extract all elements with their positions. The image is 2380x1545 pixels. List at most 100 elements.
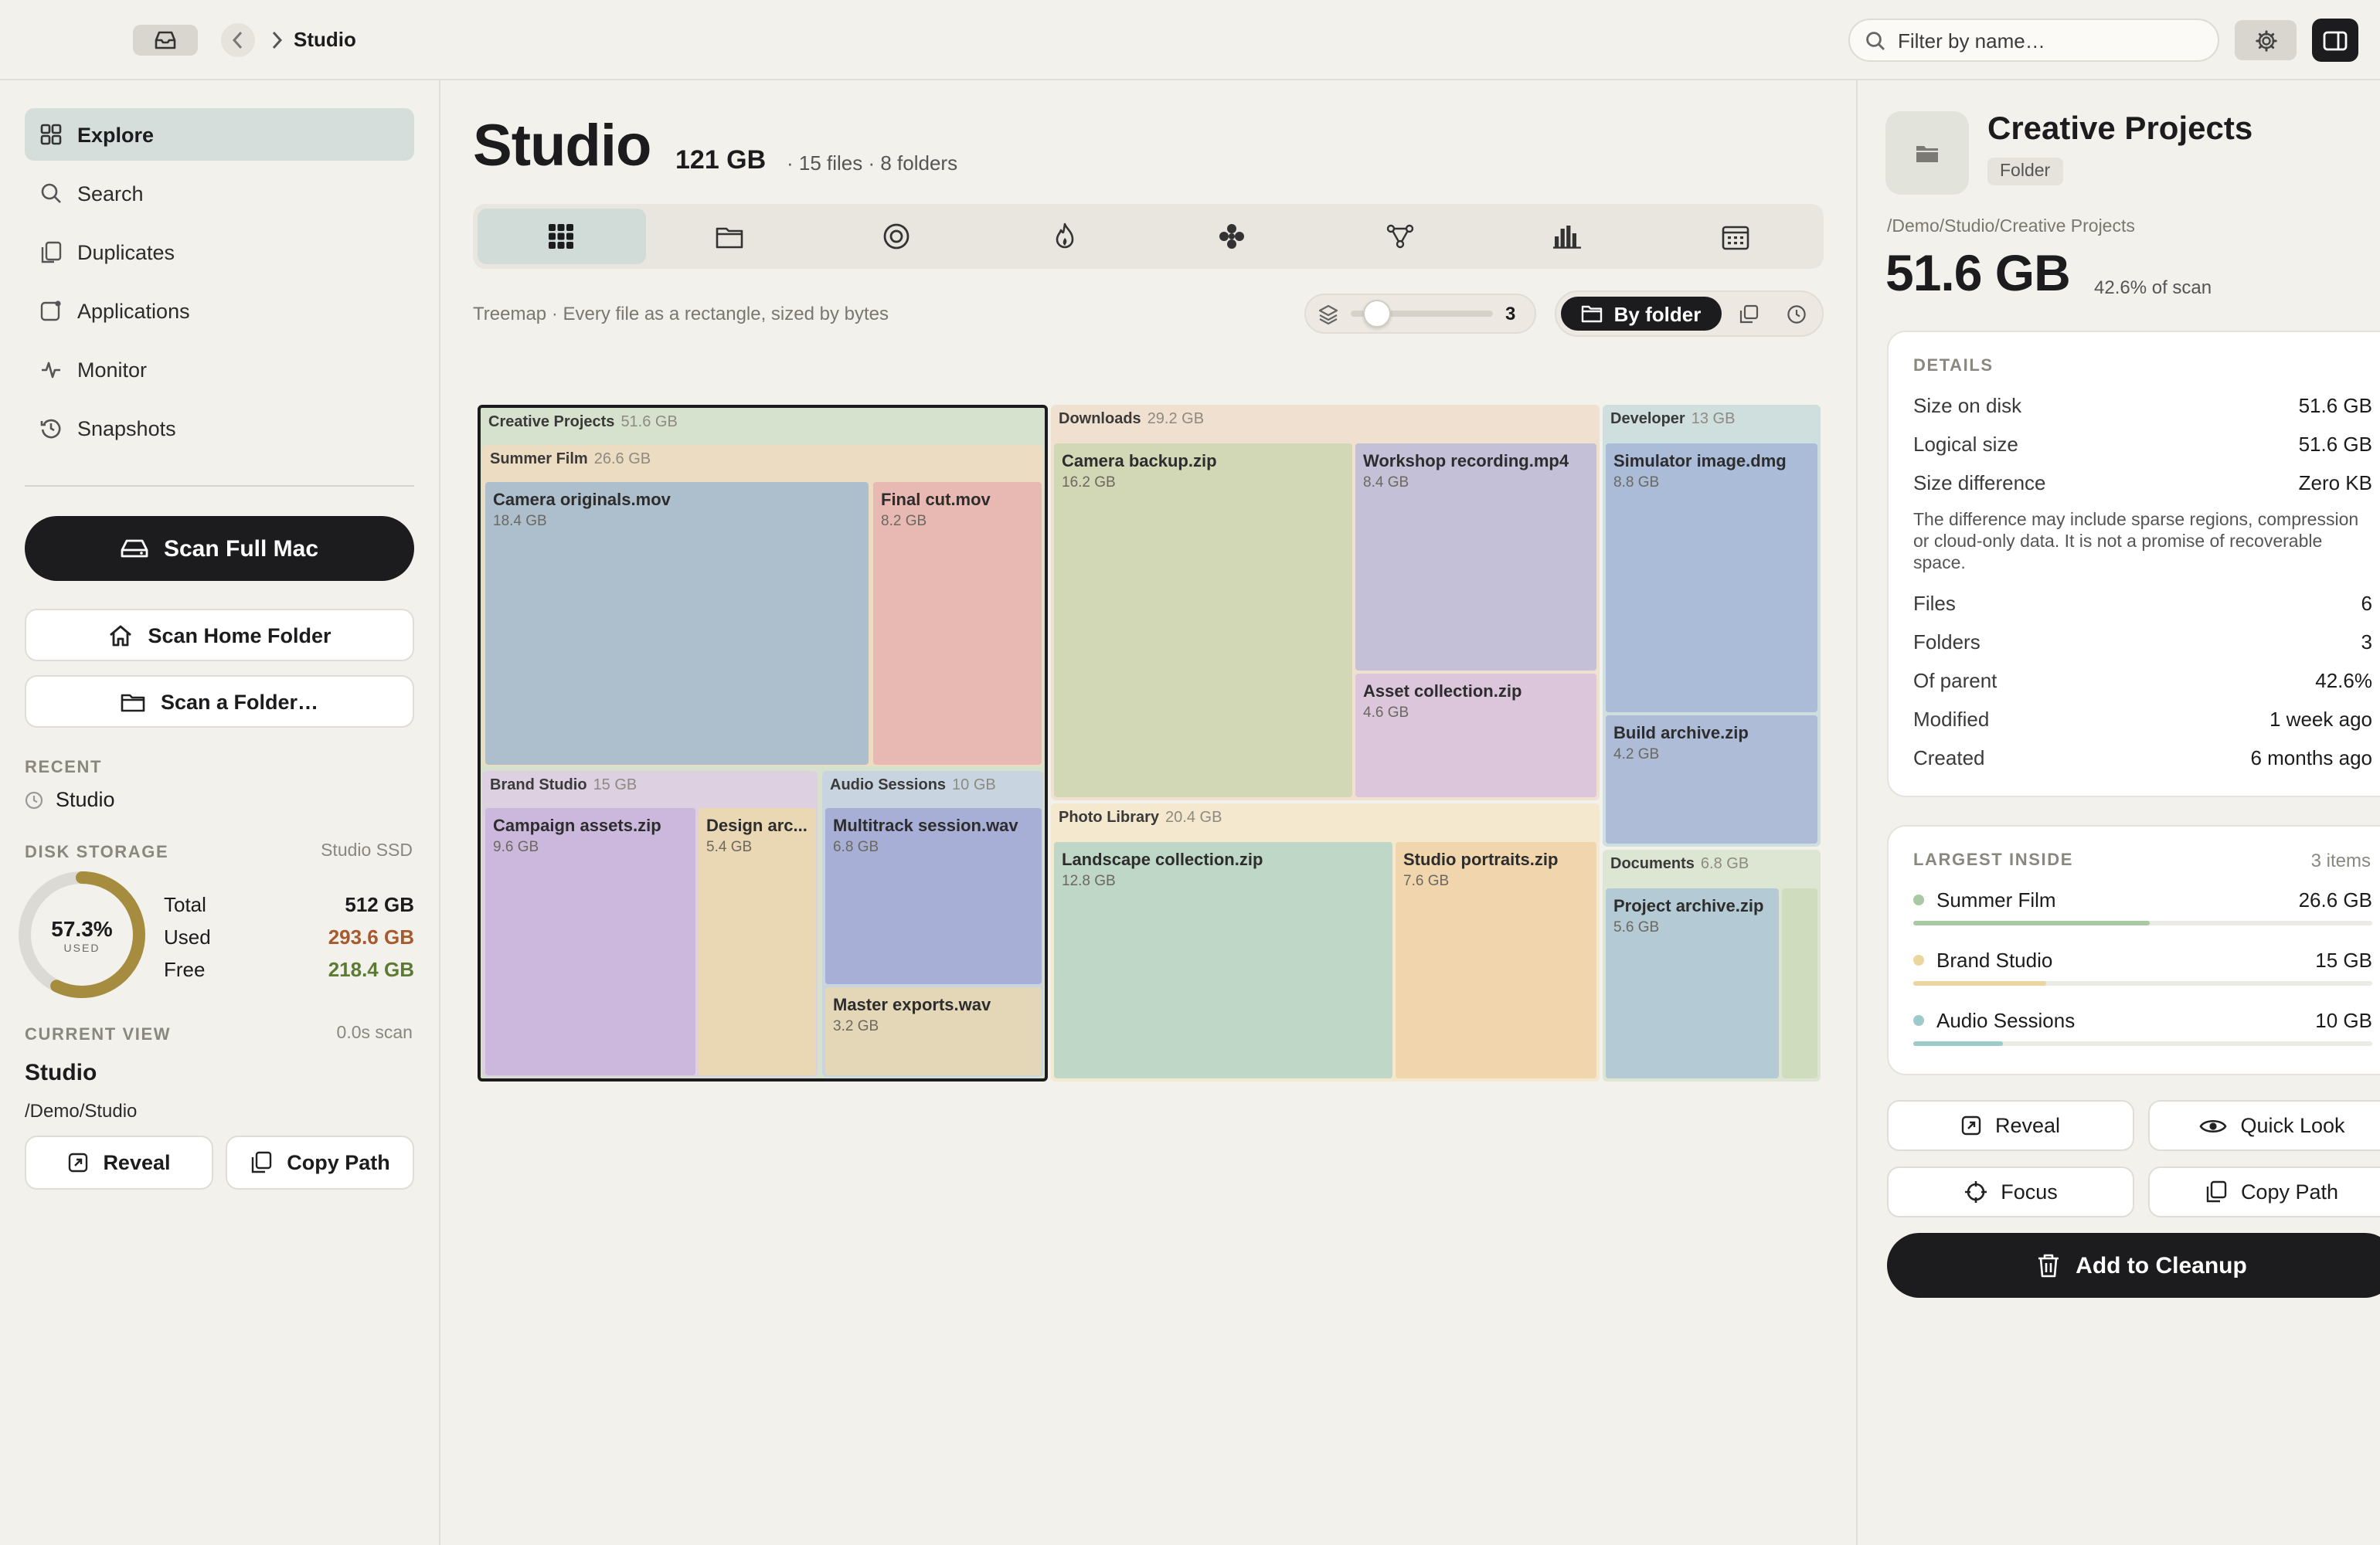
detail-row: Created 6 months ago [1913,746,2372,769]
folder-icon [1582,305,1603,323]
largest-item-bar [1913,921,2372,925]
treemap-file-landscape-collection[interactable]: Landscape collection.zip 12.8 GB [1054,842,1392,1078]
tab-bar-chart[interactable] [1484,209,1651,264]
layers-icon [1318,304,1338,324]
page-title: Studio [473,114,651,179]
detail-label: Folders [1913,630,1980,654]
sidebar-item-monitor[interactable]: Monitor [25,343,414,396]
applications-icon [40,301,61,321]
depth-slider[interactable] [1351,300,1493,328]
current-view-name: Studio [25,1060,97,1086]
treemap-file-master-exports[interactable]: Master exports.wav 3.2 GB [825,987,1042,1075]
sidebar-item-applications[interactable]: Applications [25,284,414,337]
folder-name: Summer Film [490,451,588,468]
quick-look-button[interactable]: Quick Look [2148,1100,2380,1151]
group-by-age-button[interactable] [1783,301,1808,326]
group-by-folder-button[interactable]: By folder [1561,297,1722,331]
tab-cluster[interactable] [1148,209,1316,264]
disk-free-value: 218.4 GB [328,958,414,981]
group-by-type-button[interactable] [1736,301,1760,326]
selected-name: Creative Projects [1987,111,2253,147]
file-size: 5.6 GB [1613,919,1660,936]
sidebar-item-label: Explore [77,123,155,146]
sidebar-item-duplicates[interactable]: Duplicates [25,226,414,278]
largest-item-bar-fill [1913,921,2150,925]
largest-item[interactable]: Audio Sessions 10 GB [1913,1009,2372,1046]
treemap-file-camera-originals[interactable]: Camera originals.mov 18.4 GB [485,482,869,765]
file-name: Design arc... [706,817,808,836]
bar-chart-icon [1553,226,1582,249]
treemap-file-camera-backup[interactable]: Camera backup.zip 16.2 GB [1054,443,1352,797]
file-name: Build archive.zip [1613,725,1749,743]
reveal-button[interactable]: Reveal [25,1136,213,1190]
copy-path-button[interactable]: Copy Path [226,1136,414,1190]
sidebar-item-search[interactable]: Search [25,167,414,219]
treemap-file-campaign-assets[interactable]: Campaign assets.zip 9.6 GB [485,808,695,1075]
settings-button[interactable] [2235,20,2297,60]
eye-icon [2198,1119,2226,1132]
scan-folder-button[interactable]: Scan a Folder… [25,675,414,728]
scan-full-mac-button[interactable]: Scan Full Mac [25,516,414,581]
forward-button[interactable] [260,23,294,57]
depth-slider-thumb[interactable] [1363,300,1391,328]
total-size: 121 GB [675,145,767,175]
inbox-button[interactable] [133,25,198,56]
group-by-label: By folder [1613,302,1702,325]
sidebar-item-explore[interactable]: Explore [25,108,414,161]
file-size: 8.4 GB [1363,474,1409,491]
treemap-file-asset-collection[interactable]: Asset collection.zip 4.6 GB [1355,674,1596,797]
sidebar-item-label: Duplicates [77,240,175,263]
largest-item[interactable]: Summer Film 26.6 GB [1913,888,2372,925]
file-name: Asset collection.zip [1363,683,1522,701]
back-button[interactable] [221,23,255,57]
disk-total-row: Total 512 GB [164,893,414,916]
tab-calendar[interactable] [1651,209,1819,264]
treemap-file-final-cut[interactable]: Final cut.mov 8.2 GB [873,482,1042,765]
selected-size: 51.6 GB [1885,244,2071,301]
detail-label: Size on disk [1913,394,2022,417]
treemap-file-documents-small[interactable] [1782,888,1817,1078]
file-size: 18.4 GB [493,513,547,530]
search-field[interactable] [1848,19,2219,62]
folder-size: 13 GB [1691,411,1736,428]
copy-path-label: Copy Path [2240,1180,2339,1204]
treemap-file-design-archive[interactable]: Design arc... 5.4 GB [699,808,816,1075]
filter-input[interactable] [1898,29,2207,52]
largest-item-size: 26.6 GB [2298,888,2372,912]
tab-folders[interactable] [645,209,813,264]
folder-name: Downloads [1059,411,1141,428]
tab-sunburst[interactable] [813,209,981,264]
cleanup-label: Add to Cleanup [2076,1252,2247,1278]
add-to-cleanup-button[interactable]: Add to Cleanup [1887,1233,2380,1298]
scan-summary: · 15 files · 8 folders [787,151,958,175]
focus-button[interactable]: Focus [1887,1166,2134,1217]
reveal-button[interactable]: Reveal [1887,1100,2134,1151]
recent-item-studio[interactable]: Studio [25,788,115,811]
chevron-right-icon [272,31,283,49]
scan-home-folder-button[interactable]: Scan Home Folder [25,609,414,661]
copy-icon [2206,1180,2227,1203]
tab-treemap[interactable] [478,209,645,264]
tab-network[interactable] [1316,209,1484,264]
treemap-file-studio-portraits[interactable]: Studio portraits.zip 7.6 GB [1396,842,1596,1078]
treemap-file-project-archive[interactable]: Project archive.zip 5.6 GB [1606,888,1779,1078]
breadcrumb-title: Studio [294,28,356,51]
sidebar-item-snapshots[interactable]: Snapshots [25,402,414,454]
treemap-file-build-archive[interactable]: Build archive.zip 4.2 GB [1606,715,1817,844]
file-size: 7.6 GB [1403,873,1450,890]
detail-row: Files 6 [1913,592,2372,615]
toggle-inspector-button[interactable] [2312,19,2358,62]
details-title: DETAILS [1913,357,1994,375]
depth-value: 3 [1505,303,1516,324]
treemap-file-workshop-recording[interactable]: Workshop recording.mp4 8.4 GB [1355,443,1596,671]
copy-path-button[interactable]: Copy Path [2148,1166,2380,1217]
home-icon [109,624,131,646]
disk-used-value: 293.6 GB [328,925,414,949]
tab-flame[interactable] [981,209,1148,264]
treemap-file-multitrack-session[interactable]: Multitrack session.wav 6.8 GB [825,808,1042,984]
scan-time: 0.0s scan [336,1024,413,1043]
largest-item[interactable]: Brand Studio 15 GB [1913,949,2372,986]
flame-icon [1056,222,1073,249]
disk-used-caption: USED [63,944,100,955]
treemap-file-simulator-image[interactable]: Simulator image.dmg 8.8 GB [1606,443,1817,712]
